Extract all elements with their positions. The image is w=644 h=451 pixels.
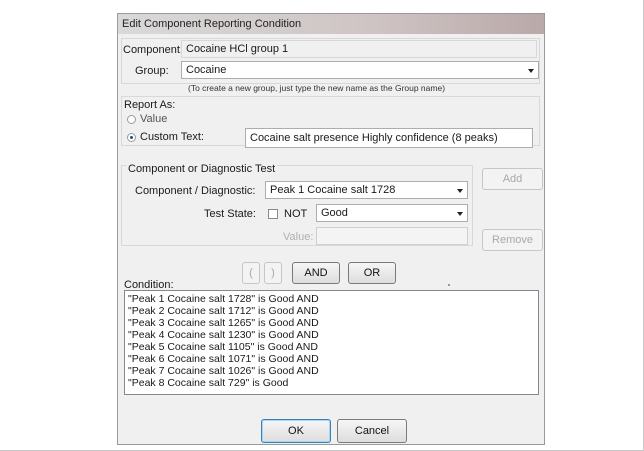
value-radio-label: Value [140, 113, 168, 125]
diagnostic-section-label: Component or Diagnostic Test [126, 163, 278, 175]
condition-listbox[interactable]: "Peak 1 Cocaine salt 1728" is Good AND "… [124, 290, 539, 395]
and-button[interactable]: AND [292, 262, 340, 284]
group-value: Cocaine [186, 64, 227, 76]
component-diagnostic-label: Component / Diagnostic: [135, 185, 256, 197]
test-state-combo[interactable]: Good [316, 204, 468, 222]
component-diagnostic-value: Peak 1 Cocaine salt 1728 [270, 184, 396, 196]
value-input[interactable] [316, 227, 468, 245]
remove-button[interactable]: Remove [482, 229, 543, 251]
group-label: Group: [135, 65, 169, 77]
test-state-label: Test State: [204, 208, 256, 220]
group-combo[interactable]: Cocaine [181, 61, 539, 79]
not-checkbox[interactable] [268, 209, 278, 219]
cancel-button[interactable]: Cancel [337, 419, 407, 443]
chevron-down-icon [528, 69, 534, 73]
value-label: Value: [283, 231, 314, 243]
value-radio[interactable] [127, 115, 136, 124]
chevron-down-icon [457, 189, 463, 193]
custom-text-value: Cocaine salt presence Highly confidence … [250, 132, 498, 144]
ok-button[interactable]: OK [261, 419, 331, 443]
condition-line[interactable]: "Peak 3 Cocaine salt 1265" is Good AND [128, 317, 535, 329]
condition-line[interactable]: "Peak 8 Cocaine salt 729" is Good [128, 377, 535, 389]
dialog-titlebar[interactable]: Edit Component Reporting Condition [118, 14, 544, 34]
close-paren-button[interactable]: ) [264, 262, 282, 284]
open-paren-button[interactable]: ( [242, 262, 260, 284]
component-name-field[interactable]: Cocaine HCl group 1 [181, 40, 537, 58]
edit-condition-dialog: Edit Component Reporting Condition Compo… [117, 13, 545, 445]
condition-line[interactable]: "Peak 7 Cocaine salt 1026" is Good AND [128, 365, 535, 377]
condition-line[interactable]: "Peak 6 Cocaine salt 1071" is Good AND [128, 353, 535, 365]
custom-text-input[interactable]: Cocaine salt presence Highly confidence … [245, 128, 533, 148]
add-button[interactable]: Add [482, 168, 543, 190]
or-button[interactable]: OR [348, 262, 396, 284]
condition-line[interactable]: "Peak 5 Cocaine salt 1105" is Good AND [128, 341, 535, 353]
component-diagnostic-combo[interactable]: Peak 1 Cocaine salt 1728 [265, 181, 468, 199]
not-label: NOT [284, 208, 308, 220]
report-as-label: Report As: [124, 99, 176, 111]
test-state-value: Good [321, 207, 348, 219]
dot-mark [448, 284, 450, 286]
condition-line[interactable]: "Peak 2 Cocaine salt 1712" is Good AND [128, 305, 535, 317]
custom-text-radio-label: Custom Text: [140, 131, 204, 143]
dialog-title: Edit Component Reporting Condition [122, 18, 302, 30]
condition-line[interactable]: "Peak 1 Cocaine salt 1728" is Good AND [128, 293, 535, 305]
custom-text-radio[interactable] [127, 133, 136, 142]
condition-line[interactable]: "Peak 4 Cocaine salt 1230" is Good AND [128, 329, 535, 341]
component-label: Component: [123, 44, 183, 56]
group-hint: (To create a new group, just type the ne… [188, 83, 446, 93]
chevron-down-icon [457, 212, 463, 216]
component-name-value: Cocaine HCl group 1 [186, 43, 289, 55]
